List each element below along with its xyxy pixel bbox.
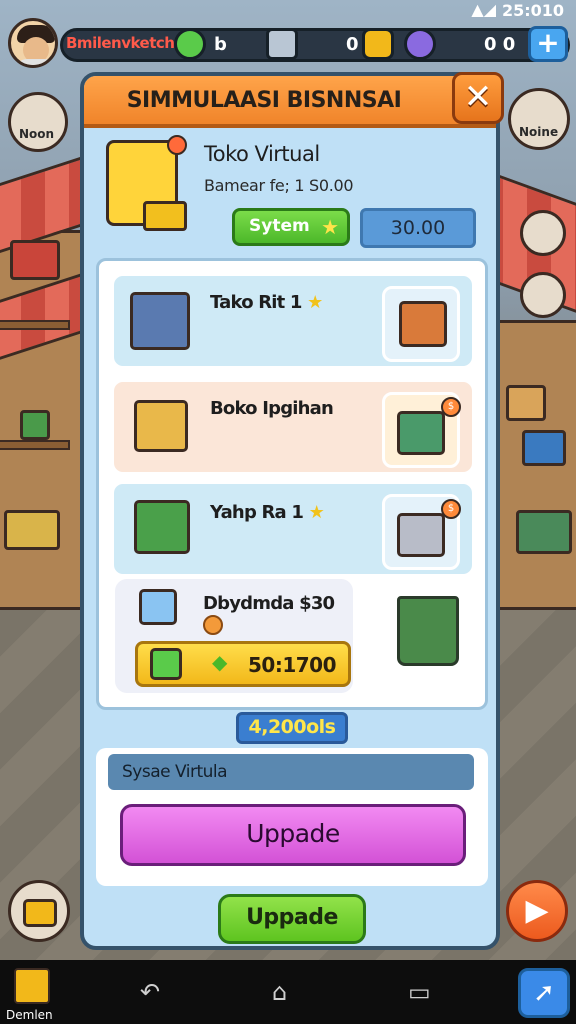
right-menu-button[interactable]: Noine	[508, 88, 570, 150]
machine-icon	[130, 292, 190, 350]
player-name: Bmilenvketch	[66, 34, 175, 52]
right-menu-label: Noine	[519, 125, 559, 139]
recents-icon[interactable]: ▭	[408, 978, 431, 1006]
crate	[516, 510, 572, 554]
crate	[506, 385, 546, 421]
inventory-button[interactable]	[8, 880, 70, 942]
building-value: 0	[346, 34, 359, 55]
store-icon[interactable]	[14, 968, 50, 1004]
system-button-label: Sytem	[249, 216, 310, 236]
missions-button[interactable]: Noon	[8, 92, 68, 152]
cash-value: b	[214, 34, 227, 55]
item-list: Tako Rit 1 ★ Boko Ipgihan $ Yahp Ra 1 ★ …	[96, 258, 488, 710]
special-price-bar[interactable]: ◆ 50:1700	[135, 641, 351, 687]
crate	[522, 430, 566, 466]
crate	[4, 510, 60, 550]
upgrade-panel: Sysae Virtula Uppade	[96, 748, 488, 886]
gift-box-icon	[397, 513, 445, 557]
item-name: Yahp Ra 1 ★	[210, 502, 325, 523]
list-item[interactable]: Yahp Ra 1 ★ $	[111, 481, 475, 577]
dialog-header: SIMMULAASI BISNNSAI	[84, 76, 496, 128]
play-icon: ▶	[525, 893, 549, 928]
box-icon	[23, 899, 57, 927]
special-name: Dbydmda $30	[203, 593, 353, 635]
shop-subtitle: Bamear fe; 1 S0.00	[204, 176, 354, 195]
box-icon	[134, 400, 188, 452]
home-icon[interactable]: ⌂	[272, 978, 287, 1006]
status-time: 25:010	[501, 1, 564, 20]
left-shelf	[0, 320, 70, 330]
system-button[interactable]: Sytem ★	[232, 208, 350, 246]
chest-icon	[397, 411, 445, 455]
missions-label: Noon	[19, 127, 55, 141]
list-item[interactable]: Tako Rit 1 ★	[111, 273, 475, 369]
dialog-title: SIMMULAASI BISNNSAI	[126, 88, 402, 113]
green-cube-icon	[150, 648, 182, 680]
share-icon: ➚	[533, 978, 555, 1008]
crate-icon	[399, 301, 447, 347]
cash-icon	[174, 28, 206, 60]
android-nav-bar: ↶ ⌂ ▭	[0, 960, 576, 1024]
crate	[10, 240, 60, 280]
green-box-icon	[134, 500, 190, 554]
gem-value: 0 0	[484, 34, 516, 55]
notification-badge	[167, 135, 187, 155]
coin-badge-icon: $	[441, 499, 461, 519]
shield-icon	[362, 28, 394, 60]
back-icon[interactable]: ↶	[140, 978, 160, 1006]
crate-shortcut-button[interactable]	[520, 210, 566, 256]
coin-icon	[203, 615, 223, 635]
add-currency-button[interactable]: +	[528, 26, 568, 62]
share-button[interactable]: ➚	[518, 968, 570, 1018]
list-item[interactable]: Boko Ipgihan $	[111, 379, 475, 475]
coin-badge-icon: $	[441, 397, 461, 417]
total-display: 4,200ols	[236, 712, 348, 744]
special-price-value: 50:1700	[248, 653, 337, 677]
status-signal-icons: ▲◢	[471, 0, 496, 19]
subsystem-label: Sysae Virtula	[108, 754, 474, 790]
item-thumbnail: $	[382, 494, 461, 570]
play-button[interactable]: ▶	[506, 880, 568, 942]
item-name: Tako Rit 1 ★	[210, 292, 323, 313]
close-button[interactable]: ✕	[452, 72, 504, 124]
business-sim-dialog: SIMMULAASI BISNNSAI ✕ Toko Virtual Bamea…	[80, 72, 504, 950]
bonus-shortcut-button[interactable]	[520, 272, 566, 318]
plant	[20, 410, 50, 440]
item-thumbnail: $	[382, 392, 461, 468]
shop-name: Toko Virtual	[204, 142, 320, 166]
avatar[interactable]	[8, 18, 58, 68]
left-shelf	[0, 440, 70, 450]
upgrade-secondary-button[interactable]: Uppade	[218, 894, 366, 944]
gem-icon	[404, 28, 436, 60]
star-icon: ★	[321, 215, 339, 239]
shop-icon	[106, 135, 187, 231]
item-thumbnail	[382, 286, 460, 362]
arrow-icon: ◆	[212, 650, 228, 674]
price-display: 30.00	[360, 208, 476, 248]
trash-bin-icon	[397, 596, 459, 666]
package-icon	[143, 201, 187, 231]
building-icon	[266, 28, 298, 60]
ice-cube-icon	[139, 589, 177, 625]
upgrade-primary-button[interactable]: Uppade	[120, 804, 466, 866]
item-name: Boko Ipgihan	[210, 398, 334, 419]
special-offer[interactable]: Dbydmda $30 ◆ 50:1700	[115, 579, 353, 693]
store-label: Demlen	[6, 1008, 53, 1022]
